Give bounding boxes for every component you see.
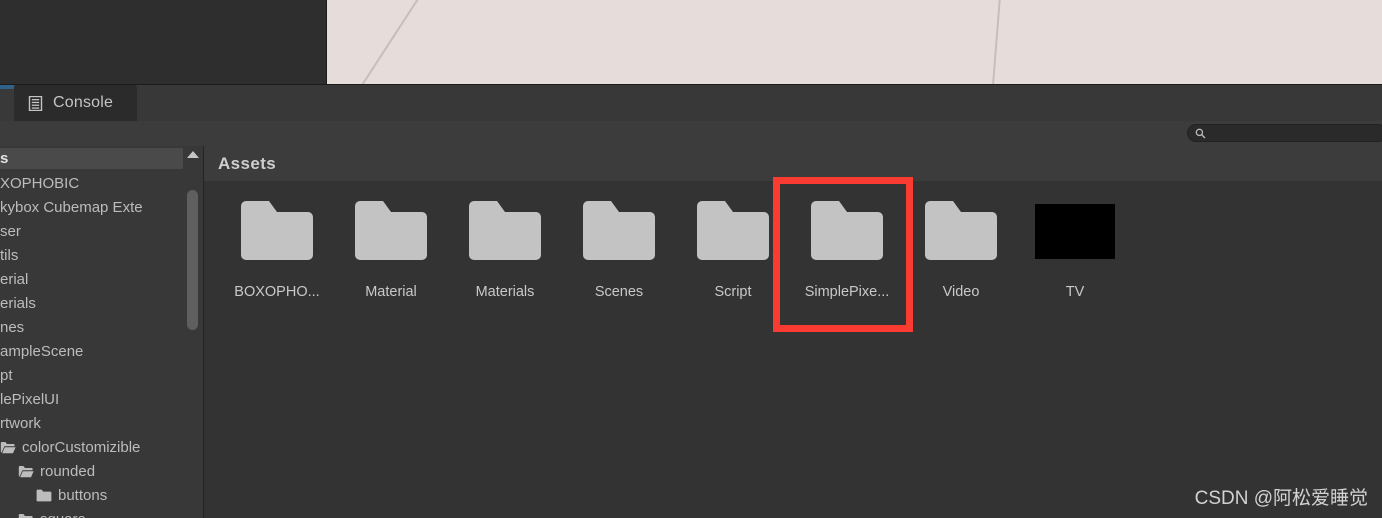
console-tab-bar: Console — [0, 85, 1382, 121]
tree-row[interactable]: lePixelUI — [0, 387, 183, 411]
tree-row[interactable]: rtwork — [0, 411, 183, 435]
asset-label: Material — [365, 284, 417, 300]
folder-open-icon — [18, 465, 40, 478]
tree-row[interactable]: kybox Cubemap Exte — [0, 195, 183, 219]
tabbar-left-cap — [0, 89, 14, 121]
tree-row-label: erials — [0, 294, 36, 312]
tree-row-label: ampleScene — [0, 342, 84, 360]
search-icon — [1195, 128, 1206, 139]
watermark: CSDN @阿松爱睡觉 — [1194, 488, 1368, 509]
tree-row-selected[interactable]: s — [0, 148, 183, 169]
asset-item[interactable]: Scenes — [562, 191, 676, 300]
tree-row-label: rounded — [40, 462, 96, 480]
folder-icon — [807, 191, 887, 271]
tree-row-label: lePixelUI — [0, 390, 60, 408]
tree-row-label: ser — [0, 222, 21, 240]
tree-row[interactable]: tils — [0, 243, 183, 267]
tree-row-label: colorCustomizible — [22, 438, 141, 456]
tree-row-label: buttons — [58, 486, 108, 504]
asset-label: BOXOPHO... — [234, 284, 320, 300]
asset-label: TV — [1065, 284, 1085, 300]
tree-row[interactable]: ser — [0, 219, 183, 243]
asset-item[interactable]: Materials — [448, 191, 562, 300]
tree-row-label: square — [40, 511, 86, 518]
asset-item[interactable]: Script — [676, 191, 790, 300]
search-field[interactable] — [1187, 124, 1382, 142]
console-icon — [28, 95, 43, 111]
folder-icon — [36, 489, 58, 502]
asset-label: SimplePixe... — [804, 284, 890, 300]
asset-label: Script — [714, 284, 752, 300]
folder-icon — [351, 191, 431, 271]
project-tree-panel[interactable]: s XOPHOBIC kybox Cubemap Exte ser tils erial… — [0, 146, 183, 518]
tree-row-label: s — [0, 150, 9, 167]
search-input[interactable] — [1211, 127, 1371, 139]
asset-label: Materials — [475, 284, 535, 300]
assets-grid: BOXOPHO... Material Materials Scenes Script S… — [220, 191, 1132, 300]
asset-thumbnail — [1035, 191, 1115, 271]
asset-label: Video — [942, 284, 980, 300]
tree-row[interactable]: XOPHOBIC — [0, 171, 183, 195]
tree-row[interactable]: pt — [0, 363, 183, 387]
tree-row[interactable]: erials — [0, 291, 183, 315]
tree-row[interactable]: rounded — [0, 459, 183, 483]
breadcrumb[interactable]: Assets — [204, 146, 1382, 181]
folder-icon — [465, 191, 545, 271]
tree-row-label: erial — [0, 270, 29, 288]
unity-editor-window: Console s XOPHOBIC kybox Cubemap Exte ser t… — [0, 0, 1382, 518]
asset-item[interactable]: Video — [904, 191, 1018, 300]
asset-item[interactable]: SimplePixe... — [790, 191, 904, 300]
scene-viewport[interactable] — [327, 0, 1382, 84]
tree-list: XOPHOBIC kybox Cubemap Exte ser tils erial er… — [0, 171, 183, 518]
scene-view-strip — [0, 0, 1382, 85]
tree-row[interactable]: colorCustomizible — [0, 435, 183, 459]
scrollbar-thumb[interactable] — [187, 190, 198, 330]
hierarchy-panel-bottom — [0, 0, 327, 84]
folder-icon — [579, 191, 659, 271]
tree-row-label: nes — [0, 318, 25, 336]
tree-row[interactable]: erial — [0, 267, 183, 291]
scene-diagonal-line — [990, 0, 1001, 84]
video-thumbnail — [1035, 203, 1115, 259]
breadcrumb-label: Assets — [218, 153, 277, 173]
folder-icon — [237, 191, 317, 271]
tree-row[interactable]: ampleScene — [0, 339, 183, 363]
tab-console-label: Console — [53, 94, 114, 111]
asset-item[interactable]: Material — [334, 191, 448, 300]
scene-diagonal-line — [349, 0, 422, 84]
tree-row[interactable]: nes — [0, 315, 183, 339]
scroll-up-arrow-icon[interactable] — [187, 151, 199, 158]
tree-row-label: XOPHOBIC — [0, 174, 80, 192]
folder-icon — [693, 191, 773, 271]
project-toolbar — [0, 121, 1382, 147]
assets-panel: Assets BOXOPHO... Material Materials Scenes… — [204, 146, 1382, 518]
tree-scrollbar[interactable] — [183, 146, 204, 518]
tree-row-label: tils — [0, 246, 19, 264]
folder-icon — [921, 191, 1001, 271]
folder-open-icon — [0, 441, 22, 454]
tree-row-label: rtwork — [0, 414, 41, 432]
asset-item[interactable]: BOXOPHO... — [220, 191, 334, 300]
asset-item[interactable]: TV — [1018, 191, 1132, 300]
tree-row[interactable]: buttons — [0, 483, 183, 507]
asset-label: Scenes — [594, 284, 644, 300]
folder-open-icon — [18, 513, 40, 518]
tree-row[interactable]: square — [0, 507, 183, 518]
tree-row-label: pt — [0, 366, 13, 384]
tab-console[interactable]: Console — [14, 85, 138, 121]
tree-row-label: kybox Cubemap Exte — [0, 198, 143, 216]
